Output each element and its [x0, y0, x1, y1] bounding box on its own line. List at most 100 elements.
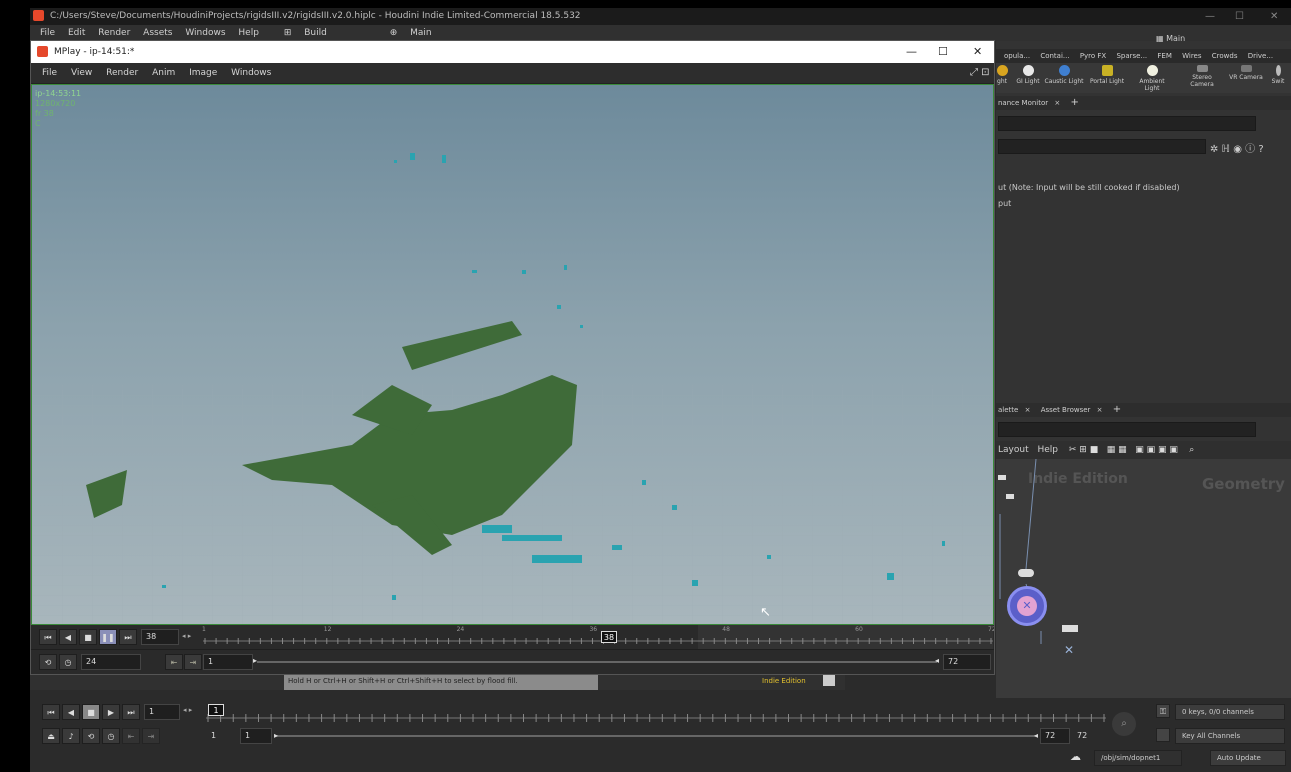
mplay-range-start-handle[interactable]: ▸: [253, 656, 257, 665]
shelf-tab[interactable]: FEM: [1157, 52, 1172, 60]
audio-icon[interactable]: ♪: [62, 728, 80, 744]
tab-close-icon[interactable]: ×: [1097, 406, 1103, 414]
mplay-frame-field[interactable]: 38: [141, 629, 179, 645]
shelf-tab[interactable]: Pyro FX: [1080, 52, 1106, 60]
shelf-tab[interactable]: Contai...: [1040, 52, 1069, 60]
mplay-menu-windows[interactable]: Windows: [231, 68, 271, 78]
mplay-maximize-icon[interactable]: ☐: [938, 41, 948, 63]
fit-view-icon[interactable]: ⤢ ⊡: [970, 63, 990, 83]
param-toolbar-icons[interactable]: ✲ ℍ ◉ ⓘ ?: [1210, 140, 1264, 155]
range-slider[interactable]: [276, 735, 1036, 737]
mplay-play-reverse-button[interactable]: ◀: [59, 629, 77, 645]
mplay-menu-view[interactable]: View: [71, 68, 92, 78]
shelf-tab[interactable]: opula...: [1004, 52, 1030, 60]
auto-update-selector[interactable]: Auto Update: [1210, 750, 1286, 766]
render-viewport[interactable]: ip-14:53:11 1280x720 fr 38 C ↖: [31, 84, 994, 625]
shelf-tool-gi-light[interactable]: GI Light: [1008, 63, 1048, 85]
tab-close-icon[interactable]: ×: [1025, 406, 1031, 414]
menu-file[interactable]: File: [40, 28, 55, 38]
tab-asset-browser[interactable]: Asset Browser: [1041, 406, 1091, 414]
search-icon[interactable]: ⌕: [1112, 712, 1136, 736]
mplay-range-start-icon[interactable]: ⇤: [165, 654, 183, 670]
tab-close-icon[interactable]: ×: [1054, 99, 1060, 107]
shelf-tool-portal-light[interactable]: Portal Light: [1087, 63, 1127, 85]
maximize-icon[interactable]: ☐: [1235, 8, 1244, 25]
realtime-toggle-icon[interactable]: ⏏: [42, 728, 60, 744]
frame-field[interactable]: 1: [144, 704, 180, 720]
range-slider-start-handle[interactable]: ▸: [274, 731, 278, 740]
minimize-icon[interactable]: —: [1205, 8, 1215, 25]
shelf-tab[interactable]: Crowds: [1212, 52, 1238, 60]
end-frame-field-2[interactable]: 72: [1072, 728, 1098, 744]
network-path-field[interactable]: [998, 422, 1256, 437]
network-tool-icons[interactable]: ✂ ⊞ ■ ▦ ▦ ▣ ▣ ▣ ▣ ⌕: [1069, 445, 1194, 455]
mplay-range-end-icon[interactable]: ⇥: [184, 654, 202, 670]
clock-icon[interactable]: ◷: [102, 728, 120, 744]
loop-icon[interactable]: ⟲: [82, 728, 100, 744]
menu-edit[interactable]: Edit: [68, 28, 85, 38]
mplay-menu-file[interactable]: File: [42, 68, 57, 78]
main-timeline-ruler[interactable]: [206, 702, 1106, 724]
tab-performance-monitor[interactable]: nance Monitor: [998, 99, 1048, 107]
key-icon[interactable]: ⚿: [1156, 704, 1170, 718]
network-node[interactable]: [1018, 569, 1034, 577]
jump-end-button[interactable]: ⏭: [122, 704, 140, 720]
menu-help[interactable]: Help: [238, 28, 259, 38]
mplay-minimize-icon[interactable]: —: [906, 41, 917, 63]
network-node[interactable]: [1062, 625, 1078, 632]
mplay-loop-icon[interactable]: ⟲: [39, 654, 57, 670]
keyframe-icon[interactable]: [1156, 728, 1170, 742]
mplay-range-end-field[interactable]: 72: [943, 654, 991, 670]
start-frame-field[interactable]: 1: [206, 728, 236, 744]
snapshot-icon[interactable]: [823, 675, 835, 686]
network-view[interactable]: Indie Edition Geometry ✕ ✕: [996, 459, 1291, 701]
mplay-close-icon[interactable]: ✕: [973, 41, 982, 63]
add-tab-icon[interactable]: +: [1071, 97, 1079, 108]
start-frame-field-2[interactable]: 1: [240, 728, 272, 744]
network-node[interactable]: [998, 475, 1006, 480]
main-desktop-selector[interactable]: ⊕ Main: [390, 28, 432, 38]
menu-layout[interactable]: Layout: [998, 445, 1029, 455]
mplay-current-frame-marker[interactable]: 38: [601, 631, 617, 643]
play-button[interactable]: ▶: [102, 704, 120, 720]
add-tab-icon[interactable]: +: [1113, 404, 1121, 415]
network-node[interactable]: [1006, 494, 1014, 499]
mplay-jump-end-button[interactable]: ⏭: [119, 629, 137, 645]
shelf-tool-stereo-camera[interactable]: Stereo Camera: [1182, 63, 1222, 88]
shelf-tab[interactable]: Wires: [1182, 52, 1201, 60]
shelf-tool-ambient-light[interactable]: Ambient Light: [1132, 63, 1172, 92]
menu-assets[interactable]: Assets: [143, 28, 172, 38]
close-icon[interactable]: ✕: [1270, 8, 1278, 25]
play-reverse-button[interactable]: ◀: [62, 704, 80, 720]
param-path-field[interactable]: [998, 116, 1256, 131]
range-icon[interactable]: ⇤: [122, 728, 140, 744]
mplay-clock-icon[interactable]: ◷: [59, 654, 77, 670]
mplay-jump-start-button[interactable]: ⏮: [39, 629, 57, 645]
mplay-range-start-field[interactable]: 1: [203, 654, 253, 670]
mplay-range-slider[interactable]: [257, 661, 937, 663]
mplay-menu-image[interactable]: Image: [189, 68, 217, 78]
shelf-tab[interactable]: Drive...: [1248, 52, 1273, 60]
shelf-tool-switcher[interactable]: Swit: [1258, 63, 1291, 85]
end-frame-field[interactable]: 72: [1040, 728, 1070, 744]
mplay-menu-render[interactable]: Render: [106, 68, 138, 78]
cloud-icon[interactable]: ☁: [1070, 750, 1090, 766]
mplay-timeline-ruler[interactable]: [203, 625, 993, 649]
mplay-step-arrows-icon[interactable]: ◂ ▸: [182, 632, 191, 640]
shelf-tool-caustic-light[interactable]: Caustic Light: [1044, 63, 1084, 85]
stop-button[interactable]: ■: [82, 704, 100, 720]
mplay-stop-button[interactable]: ■: [79, 629, 97, 645]
menu-help[interactable]: Help: [1037, 445, 1058, 455]
null-node-icon[interactable]: ✕: [1064, 643, 1074, 657]
menu-render[interactable]: Render: [98, 28, 130, 38]
mplay-range-end-handle[interactable]: ◂: [935, 656, 939, 665]
menu-windows[interactable]: Windows: [185, 28, 225, 38]
key-all-channels-button[interactable]: Key All Channels: [1175, 728, 1285, 744]
step-arrows-icon[interactable]: ◂ ▸: [183, 706, 192, 714]
shelf-tab[interactable]: Sparse...: [1116, 52, 1147, 60]
jump-start-button[interactable]: ⏮: [42, 704, 60, 720]
mplay-fps-field[interactable]: 24: [81, 654, 141, 670]
right-desktop-label[interactable]: ▦ Main: [1156, 32, 1286, 46]
mplay-pause-button[interactable]: ❚❚: [99, 629, 117, 645]
mplay-menu-anim[interactable]: Anim: [152, 68, 175, 78]
